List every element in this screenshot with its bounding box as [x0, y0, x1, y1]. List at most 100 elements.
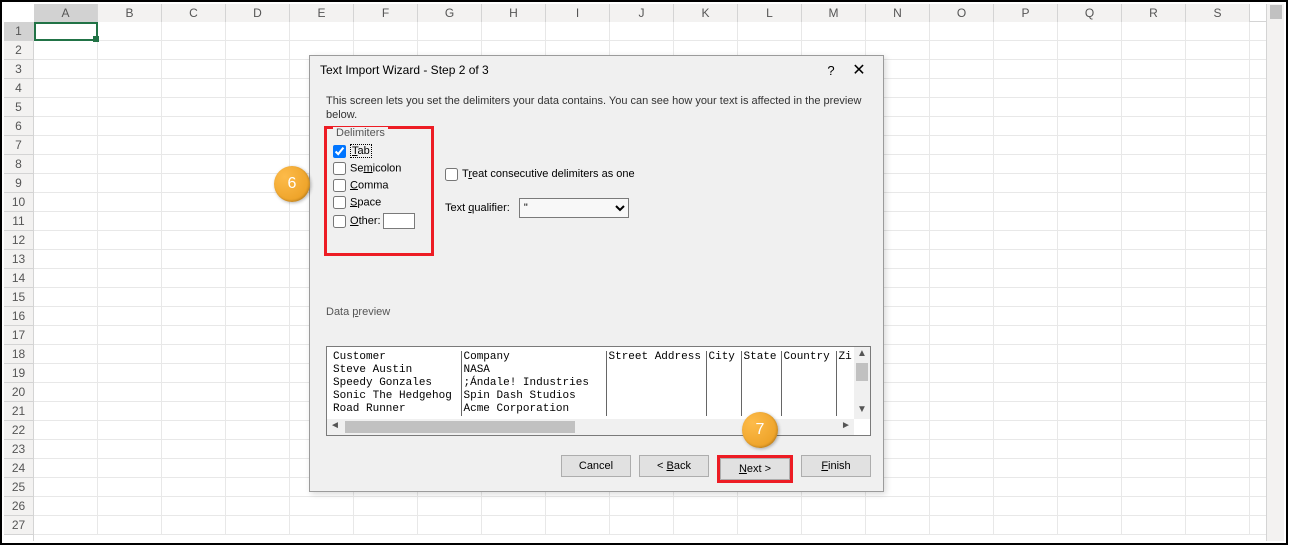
text-qualifier-select[interactable]: "	[519, 198, 629, 218]
column-header[interactable]: E	[290, 4, 354, 22]
cell[interactable]	[1058, 41, 1122, 60]
cell[interactable]	[1186, 269, 1250, 288]
column-header[interactable]: G	[418, 4, 482, 22]
cell[interactable]	[354, 497, 418, 516]
cell[interactable]	[98, 269, 162, 288]
cell[interactable]	[98, 516, 162, 535]
row-header[interactable]: 3	[4, 60, 33, 79]
scrollbar-thumb[interactable]	[1270, 5, 1282, 19]
cell[interactable]	[674, 516, 738, 535]
cell[interactable]	[994, 364, 1058, 383]
cell[interactable]	[930, 326, 994, 345]
cell[interactable]	[1058, 478, 1122, 497]
cell[interactable]	[1122, 326, 1186, 345]
cell[interactable]	[1122, 402, 1186, 421]
row-header[interactable]: 6	[4, 117, 33, 136]
cell[interactable]	[930, 193, 994, 212]
cell[interactable]	[226, 136, 290, 155]
cell[interactable]	[98, 497, 162, 516]
cancel-button[interactable]: Cancel	[561, 455, 631, 477]
row-header[interactable]: 21	[4, 402, 33, 421]
cell[interactable]	[1058, 364, 1122, 383]
cell[interactable]	[930, 98, 994, 117]
cell[interactable]	[98, 478, 162, 497]
cell[interactable]	[802, 497, 866, 516]
cell[interactable]	[994, 421, 1058, 440]
back-button[interactable]: < Back	[639, 455, 709, 477]
cell[interactable]	[162, 421, 226, 440]
delimiter-other-label[interactable]: Other:	[333, 213, 425, 229]
column-header[interactable]: K	[674, 4, 738, 22]
cell[interactable]	[1058, 98, 1122, 117]
cell[interactable]	[98, 364, 162, 383]
row-header[interactable]: 15	[4, 288, 33, 307]
column-header[interactable]: F	[354, 4, 418, 22]
row-header[interactable]: 2	[4, 41, 33, 60]
cell[interactable]	[546, 497, 610, 516]
cell[interactable]	[34, 231, 98, 250]
cell[interactable]	[226, 250, 290, 269]
cell[interactable]	[418, 497, 482, 516]
cell[interactable]	[994, 79, 1058, 98]
cell[interactable]	[1122, 478, 1186, 497]
cell[interactable]	[1186, 136, 1250, 155]
cell[interactable]	[98, 440, 162, 459]
cell[interactable]	[1186, 402, 1250, 421]
cell[interactable]	[98, 326, 162, 345]
treat-consecutive-checkbox[interactable]	[445, 168, 458, 181]
cell[interactable]	[1058, 288, 1122, 307]
cell[interactable]	[290, 22, 354, 41]
cell[interactable]	[994, 212, 1058, 231]
cell[interactable]	[1186, 478, 1250, 497]
cell[interactable]	[1058, 79, 1122, 98]
cell[interactable]	[1058, 231, 1122, 250]
cell[interactable]	[994, 497, 1058, 516]
cell[interactable]	[1122, 231, 1186, 250]
cell[interactable]	[34, 60, 98, 79]
cell[interactable]	[98, 345, 162, 364]
cell[interactable]	[162, 250, 226, 269]
cell[interactable]	[1122, 421, 1186, 440]
cell[interactable]	[34, 364, 98, 383]
cell[interactable]	[546, 516, 610, 535]
cell[interactable]	[866, 22, 930, 41]
cell[interactable]	[34, 288, 98, 307]
scroll-right-icon[interactable]: ►	[838, 419, 854, 435]
cell[interactable]	[34, 250, 98, 269]
cell[interactable]	[1186, 364, 1250, 383]
cell[interactable]	[1058, 269, 1122, 288]
cell[interactable]	[930, 402, 994, 421]
cell[interactable]	[1186, 440, 1250, 459]
vertical-scrollbar[interactable]	[1266, 4, 1284, 541]
row-header[interactable]: 22	[4, 421, 33, 440]
cell[interactable]	[34, 174, 98, 193]
cell[interactable]	[1058, 212, 1122, 231]
cell[interactable]	[1122, 307, 1186, 326]
cell[interactable]	[162, 79, 226, 98]
cell[interactable]	[930, 136, 994, 155]
cell[interactable]	[226, 497, 290, 516]
cell[interactable]	[1122, 516, 1186, 535]
cell[interactable]	[98, 79, 162, 98]
cell[interactable]	[1186, 250, 1250, 269]
cell[interactable]	[1186, 326, 1250, 345]
cell[interactable]	[994, 269, 1058, 288]
cell[interactable]	[1122, 60, 1186, 79]
cell[interactable]	[930, 307, 994, 326]
cell[interactable]	[674, 497, 738, 516]
cell[interactable]	[674, 22, 738, 41]
cell[interactable]	[482, 497, 546, 516]
column-header[interactable]: R	[1122, 4, 1186, 22]
scroll-down-icon[interactable]: ▼	[854, 403, 870, 419]
cell[interactable]	[930, 212, 994, 231]
row-header[interactable]: 14	[4, 269, 33, 288]
row-header[interactable]: 19	[4, 364, 33, 383]
cell[interactable]	[994, 98, 1058, 117]
cell[interactable]	[738, 497, 802, 516]
cell[interactable]	[1122, 98, 1186, 117]
cell[interactable]	[1058, 345, 1122, 364]
delimiter-other-checkbox[interactable]	[333, 215, 346, 228]
cell[interactable]	[994, 250, 1058, 269]
cell[interactable]	[994, 440, 1058, 459]
cell[interactable]	[162, 174, 226, 193]
